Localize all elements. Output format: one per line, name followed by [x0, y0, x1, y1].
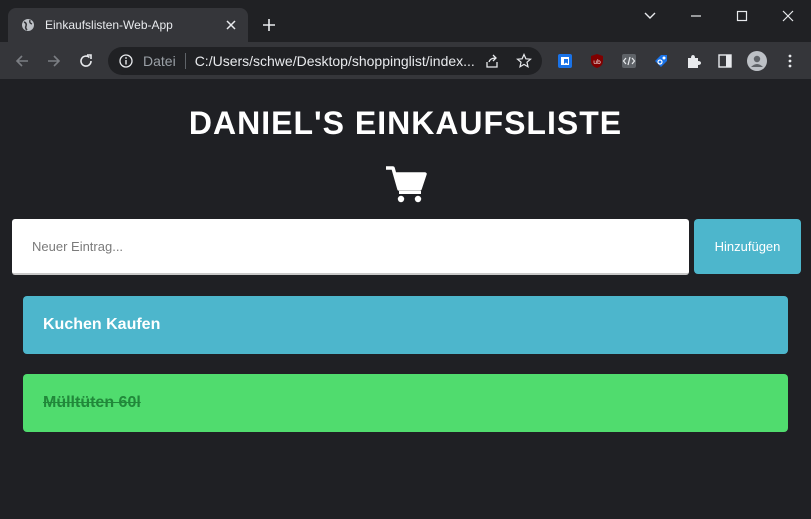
shopping-cart-icon [385, 165, 427, 203]
minimize-icon[interactable] [685, 5, 707, 27]
new-entry-input[interactable] [12, 219, 689, 275]
url-separator [184, 53, 186, 69]
close-icon[interactable] [224, 18, 238, 32]
browser-titlebar: Einkaufslisten-Web-App [0, 0, 811, 42]
share-icon[interactable] [484, 53, 500, 69]
chevron-down-icon[interactable] [639, 5, 661, 27]
back-arrow-icon[interactable] [12, 51, 32, 71]
add-button[interactable]: Hinzufügen [694, 219, 801, 274]
browser-toolbar: Datei C:/Users/schwe/Desktop/shoppinglis… [0, 42, 811, 80]
more-vertical-icon[interactable] [781, 52, 799, 70]
page-title: DANIEL'S EINKAUFSLISTE [188, 105, 623, 141]
forward-arrow-icon[interactable] [44, 51, 64, 71]
url-text[interactable]: C:/Users/schwe/Desktop/shoppinglist/inde… [195, 53, 475, 69]
globe-icon [20, 17, 36, 33]
maximize-icon[interactable] [731, 5, 753, 27]
address-bar[interactable]: Datei C:/Users/schwe/Desktop/shoppinglis… [108, 47, 542, 75]
reload-icon[interactable] [76, 51, 96, 71]
tag-extension-icon[interactable] [652, 52, 670, 70]
sidepanel-icon[interactable] [716, 52, 734, 70]
bookmark-extension-icon[interactable] [556, 52, 574, 70]
code-extension-icon[interactable] [620, 52, 638, 70]
star-icon[interactable] [516, 53, 532, 69]
tab-title: Einkaufslisten-Web-App [45, 18, 173, 32]
info-icon[interactable] [118, 53, 134, 69]
list-item[interactable]: Kuchen Kaufen [23, 296, 788, 354]
window-close-icon[interactable] [777, 5, 799, 27]
url-scheme-label: Datei [143, 53, 176, 69]
svg-text:ub: ub [593, 59, 601, 66]
profile-icon[interactable] [746, 50, 768, 72]
puzzle-icon[interactable] [684, 52, 702, 70]
plus-icon[interactable] [260, 16, 278, 34]
list-item-done[interactable]: Mülltüten 60l [23, 374, 788, 432]
page-content: DANIEL'S EINKAUFSLISTE Hinzufügen Kuchen… [0, 81, 811, 519]
ublock-icon[interactable]: ub [588, 52, 606, 70]
browser-tab[interactable]: Einkaufslisten-Web-App [8, 8, 248, 42]
